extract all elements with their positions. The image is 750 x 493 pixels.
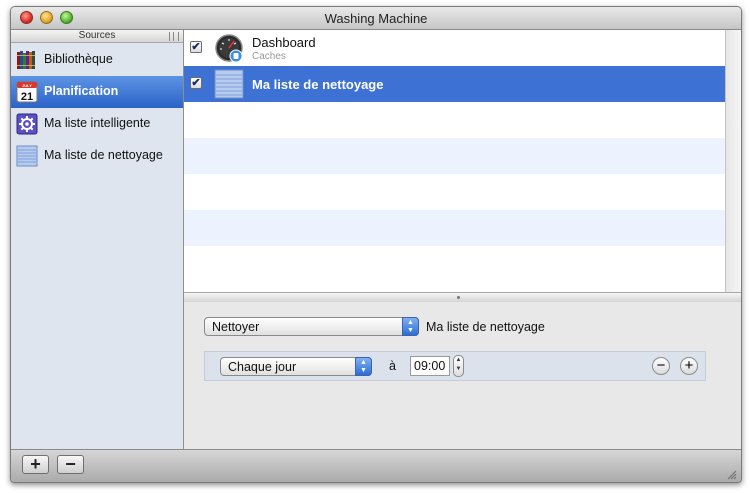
schedule-rule-row: Chaque jour ▲ ▼ à 09:00 ▲ ▼ − + bbox=[204, 351, 706, 381]
resize-grip-icon[interactable] bbox=[727, 470, 737, 480]
calendar-month-text: JULY bbox=[22, 83, 32, 88]
sidebar-item-label: Bibliothèque bbox=[44, 52, 113, 66]
sources-header: Sources bbox=[11, 30, 183, 43]
empty-row bbox=[184, 102, 725, 138]
time-stepper[interactable]: ▲ ▼ bbox=[453, 355, 464, 377]
row-title: Ma liste de nettoyage bbox=[252, 77, 384, 92]
at-label: à bbox=[389, 359, 396, 373]
add-source-button[interactable]: + bbox=[22, 455, 49, 474]
sidebar-item-bibliotheque[interactable]: Bibliothèque bbox=[11, 44, 183, 76]
sidebar-item-label: Ma liste de nettoyage bbox=[44, 148, 163, 162]
frequency-popup-value: Chaque jour bbox=[228, 360, 297, 374]
minus-icon: − bbox=[65, 454, 76, 474]
time-input[interactable]: 09:00 bbox=[410, 356, 450, 376]
action-target-label: Ma liste de nettoyage bbox=[426, 320, 545, 334]
row-enable-checkbox[interactable]: ✔ bbox=[190, 77, 202, 89]
row-enable-checkbox[interactable]: ✔ bbox=[190, 41, 202, 53]
schedule-list: ✔ Dashboard Caches ✔ Ma liste de nettoya… bbox=[184, 30, 725, 292]
dashboard-gauge-icon bbox=[215, 34, 243, 63]
calendar-icon: JULY 21 bbox=[16, 81, 38, 103]
plus-icon: + bbox=[30, 454, 41, 474]
action-popup-value: Nettoyer bbox=[212, 320, 260, 334]
row-title: Dashboard bbox=[252, 35, 316, 50]
app-window: Washing Machine Sources Bibliothèque JUL… bbox=[10, 6, 742, 483]
minus-icon: − bbox=[656, 357, 666, 374]
empty-row bbox=[184, 138, 725, 174]
schedule-row-ma-liste-de-nettoyage[interactable]: ✔ Ma liste de nettoyage bbox=[184, 66, 725, 102]
bottom-toolbar: + − bbox=[11, 449, 741, 482]
vertical-scrollbar[interactable] bbox=[725, 30, 741, 292]
sidebar-item-planification[interactable]: JULY 21 Planification bbox=[11, 76, 183, 108]
remove-rule-button[interactable]: − bbox=[652, 357, 670, 375]
action-popup[interactable]: Nettoyer ▲ ▼ bbox=[204, 317, 419, 336]
column-resize-grip-icon[interactable] bbox=[169, 32, 179, 41]
remove-source-button[interactable]: − bbox=[57, 455, 84, 474]
empty-row bbox=[184, 246, 725, 282]
rule-detail-pane: Nettoyer ▲ ▼ Ma liste de nettoyage Chaque… bbox=[184, 302, 741, 449]
empty-row bbox=[184, 210, 725, 246]
sources-sidebar: Sources Bibliothèque JULY 21 Planificati… bbox=[11, 30, 184, 449]
time-value: 09:00 bbox=[414, 359, 446, 373]
sources-header-label: Sources bbox=[78, 30, 116, 41]
schedule-row-dashboard[interactable]: ✔ Dashboard Caches bbox=[184, 30, 725, 66]
smart-list-gear-icon bbox=[16, 113, 38, 135]
sidebar-item-label: Planification bbox=[44, 84, 119, 98]
sidebar-item-label: Ma liste intelligente bbox=[44, 116, 151, 130]
popup-arrows-icon: ▲ ▼ bbox=[355, 357, 372, 376]
plus-icon: + bbox=[684, 357, 694, 374]
frequency-popup[interactable]: Chaque jour ▲ ▼ bbox=[220, 357, 372, 376]
empty-row bbox=[184, 174, 725, 210]
popup-arrows-icon: ▲ ▼ bbox=[402, 317, 419, 336]
cleaning-list-icon bbox=[214, 69, 244, 99]
divider-grip-icon bbox=[457, 296, 460, 299]
window-title: Washing Machine bbox=[324, 11, 428, 26]
title-bar: Washing Machine bbox=[11, 7, 741, 30]
cleaning-list-icon bbox=[16, 145, 38, 167]
calendar-day-text: 21 bbox=[21, 91, 33, 103]
sidebar-item-ma-liste-intelligente[interactable]: Ma liste intelligente bbox=[11, 108, 183, 140]
add-rule-button[interactable]: + bbox=[680, 357, 698, 375]
row-subtitle: Caches bbox=[252, 51, 286, 62]
library-books-icon bbox=[17, 51, 35, 69]
sidebar-item-ma-liste-de-nettoyage[interactable]: Ma liste de nettoyage bbox=[11, 140, 183, 172]
